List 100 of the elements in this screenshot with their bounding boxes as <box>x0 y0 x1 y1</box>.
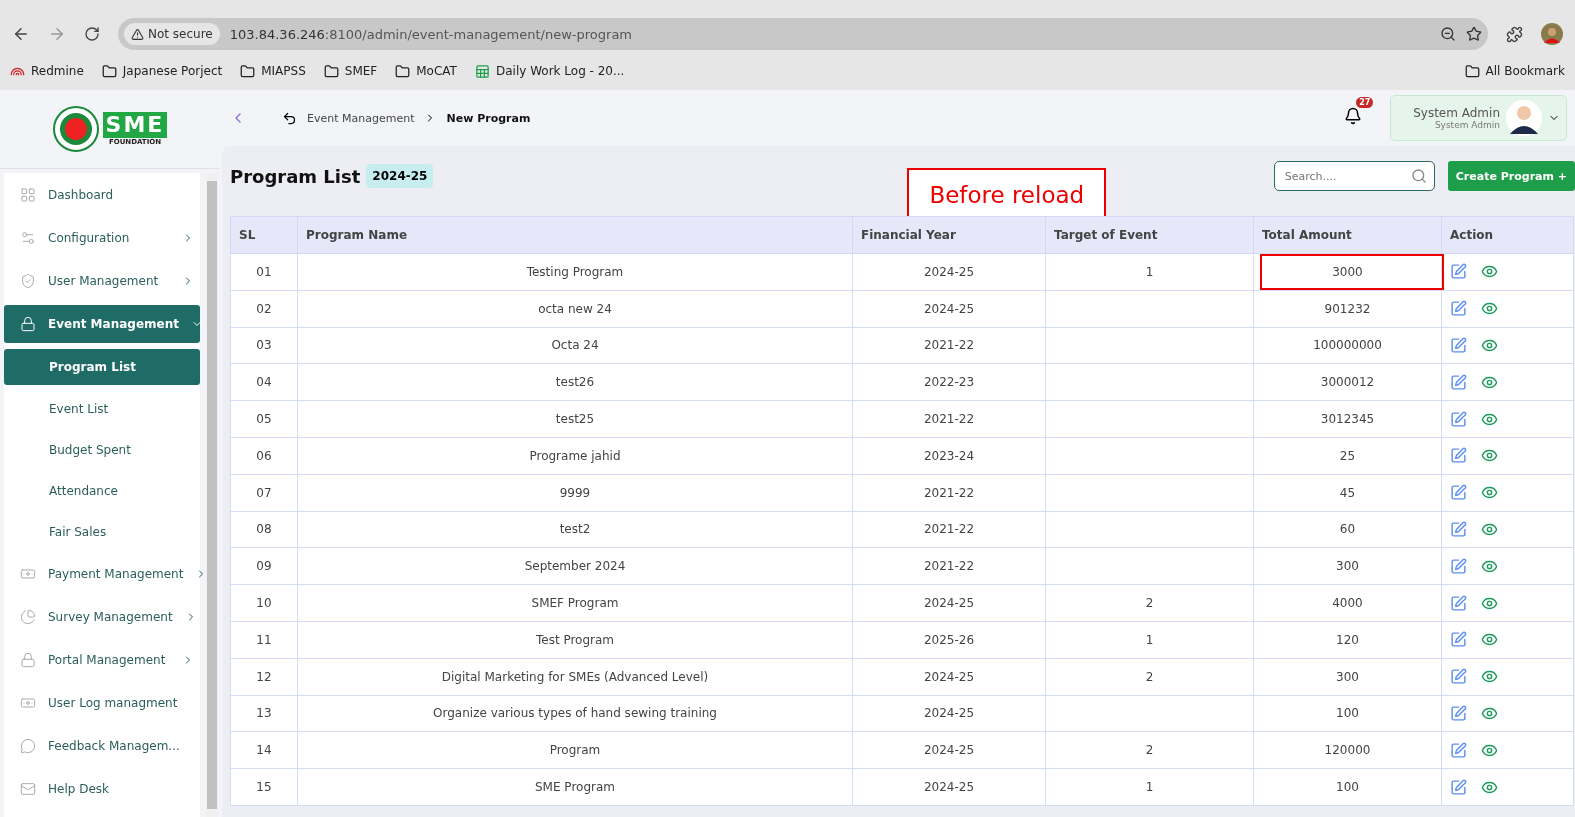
table-cell: 2024-25 <box>852 658 1046 696</box>
sidebar-subitem[interactable]: Budget Spent <box>4 431 200 468</box>
sidebar-item[interactable]: Portal Management <box>4 640 200 679</box>
bell-icon[interactable] <box>1344 107 1363 125</box>
settings-icon <box>20 229 36 246</box>
folder-icon <box>323 63 339 79</box>
table-cell: 100 <box>1253 695 1442 732</box>
edit-icon[interactable] <box>1450 520 1467 538</box>
table-cell: 120000 <box>1253 731 1442 769</box>
edit-icon[interactable] <box>1450 410 1467 428</box>
address-bar[interactable]: Not secure 103.84.36.246:8100/admin/event-management/new-program <box>118 18 1488 50</box>
back-icon[interactable] <box>12 25 30 43</box>
profile-avatar[interactable] <box>1541 23 1563 45</box>
emblem-icon <box>52 106 99 152</box>
extensions-icon[interactable] <box>1506 25 1523 43</box>
table-cell: 9999 <box>297 474 853 512</box>
table-cell: Organize various types of hand sewing training <box>297 695 853 732</box>
table-cell: 13 <box>230 695 298 732</box>
table-cell: 2024-25 <box>852 253 1046 291</box>
edit-icon[interactable] <box>1450 484 1467 502</box>
table-cell: 06 <box>230 437 298 475</box>
edit-icon[interactable] <box>1450 263 1467 281</box>
sidebar-item[interactable]: Feedback Managem... <box>4 726 200 765</box>
bookmark[interactable]: MIAPSS <box>240 63 306 79</box>
table-cell: 2 <box>1045 584 1254 622</box>
column-header: Total Amount <box>1253 216 1442 254</box>
pie-chart-icon <box>20 608 36 625</box>
table-cell: 2024-25 <box>852 584 1046 622</box>
edit-icon[interactable] <box>1450 741 1467 759</box>
sidebar-subitem[interactable]: Event List <box>4 390 200 427</box>
table-cell: Test Program <box>297 621 853 659</box>
table-cell: 100000000 <box>1253 327 1442 364</box>
table-cell: 12 <box>230 658 298 696</box>
search-field[interactable]: Search.... <box>1273 161 1435 191</box>
sidebar-item[interactable]: Dashboard <box>4 175 200 214</box>
page-title: Program List <box>230 165 361 187</box>
edit-icon[interactable] <box>1450 337 1467 354</box>
column-header: SL <box>230 216 298 254</box>
sidebar-subitem[interactable]: Attendance <box>4 472 200 509</box>
breadcrumb-item: New Program <box>446 111 531 125</box>
sidebar-item[interactable]: Survey Management <box>4 597 200 636</box>
edit-icon[interactable] <box>1450 373 1467 391</box>
table-cell: 2021-22 <box>852 511 1046 548</box>
lock-icon <box>20 651 36 668</box>
sidebar-item[interactable]: Event Management <box>4 305 200 343</box>
star-icon[interactable] <box>1466 26 1482 42</box>
sidebar-item[interactable]: Help Desk <box>4 769 200 808</box>
table-cell: 25 <box>1253 437 1442 475</box>
grid-icon <box>20 186 36 203</box>
column-header: Program Name <box>297 216 853 254</box>
table-cell: 01 <box>230 253 298 291</box>
sidebar-item[interactable]: User Log managment <box>4 683 200 722</box>
table-cell: 2024-25 <box>852 731 1046 769</box>
edit-icon[interactable] <box>1450 778 1467 796</box>
view-icon[interactable] <box>1481 337 1498 354</box>
table-cell: 120 <box>1253 621 1442 659</box>
scrollbar[interactable] <box>206 173 218 817</box>
edit-icon[interactable] <box>1450 631 1467 649</box>
edit-icon[interactable] <box>1450 447 1467 465</box>
sidebar-item[interactable]: Configuration <box>4 218 200 257</box>
table-cell: 901232 <box>1253 290 1442 328</box>
table-cell: test2 <box>297 511 853 548</box>
sidebar-item[interactable]: User Management <box>4 261 200 300</box>
user-role: System Admin <box>1434 120 1500 130</box>
sidebar-subitem[interactable]: Fair Sales <box>4 513 200 550</box>
breadcrumb-item[interactable]: Event Management <box>307 111 415 125</box>
table-cell: Programe jahid <box>297 437 853 475</box>
table-cell: 03 <box>230 327 298 364</box>
mail-icon <box>20 780 36 797</box>
table-cell: 2 <box>1045 731 1254 769</box>
table-cell: test25 <box>297 400 853 438</box>
bookmark[interactable]: Redmine <box>10 63 84 79</box>
edit-icon[interactable] <box>1450 557 1467 575</box>
bookmark[interactable]: Daily Work Log - 20... <box>474 63 625 79</box>
table-cell: SME Program <box>297 768 853 806</box>
table-cell: 100 <box>1253 768 1442 806</box>
shield-icon <box>20 272 36 289</box>
edit-icon[interactable] <box>1450 668 1467 686</box>
bookmark[interactable]: All Bookmark <box>1464 63 1565 79</box>
security-chip[interactable]: Not secure <box>124 23 220 45</box>
bookmark[interactable]: MoCAT <box>395 63 457 79</box>
column-header: Target of Event <box>1045 216 1254 254</box>
table-cell: 05 <box>230 400 298 438</box>
table-cell: test26 <box>297 363 853 401</box>
undo-icon[interactable] <box>282 110 297 126</box>
forward-icon[interactable] <box>48 25 66 43</box>
folder-icon <box>1464 63 1480 79</box>
spreadsheet-icon <box>474 63 490 79</box>
reload-icon[interactable] <box>84 26 100 42</box>
edit-icon[interactable] <box>1450 704 1467 722</box>
table-cell: 11 <box>230 621 298 659</box>
sidebar-subitem[interactable]: Program List <box>4 349 200 385</box>
sidebar-item[interactable]: Payment Management <box>4 554 200 593</box>
bookmark[interactable]: SMEF <box>323 63 378 79</box>
user-menu[interactable]: System Admin System Admin <box>1390 95 1567 141</box>
zoom-out-icon[interactable] <box>1440 26 1456 42</box>
table-cell: 45 <box>1253 474 1442 512</box>
edit-icon[interactable] <box>1450 594 1467 612</box>
edit-icon[interactable] <box>1450 300 1467 318</box>
bookmark[interactable]: Japanese Porject <box>101 63 223 79</box>
